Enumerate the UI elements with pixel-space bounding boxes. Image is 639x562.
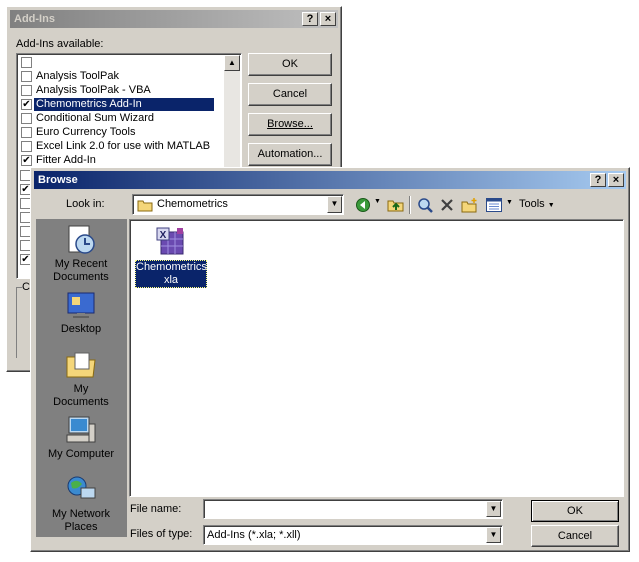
places-item-label: My Computer	[47, 448, 115, 460]
back-icon[interactable]	[355, 197, 371, 213]
addin-list-item[interactable]	[18, 56, 214, 69]
addin-checkbox[interactable]: ✔	[21, 155, 32, 166]
recent-documents-icon	[31, 224, 131, 256]
addins-browse-button[interactable]: Browse...	[248, 113, 332, 136]
files-of-type-dropdown-arrow[interactable]: ▼	[486, 527, 501, 543]
addin-checkbox[interactable]	[21, 127, 32, 138]
addins-help-button[interactable]: ?	[302, 12, 318, 26]
addin-checkbox[interactable]	[21, 57, 32, 68]
file-list-view[interactable]: X Chemometrics. xla	[129, 219, 624, 497]
addins-list-label: Add-Ins available:	[16, 38, 104, 50]
file-name-dropdown-arrow[interactable]: ▼	[486, 501, 501, 517]
addin-checkbox[interactable]	[21, 113, 32, 124]
addin-checkbox[interactable]: ✔	[21, 99, 32, 110]
browse-cancel-button[interactable]: Cancel	[531, 525, 619, 547]
addins-group-fragment: C	[16, 281, 30, 358]
files-of-type-label: Files of type:	[130, 528, 193, 540]
addins-close-button[interactable]: ×	[320, 12, 336, 26]
scroll-up-button[interactable]: ▲	[224, 55, 240, 71]
places-item[interactable]: My Computer	[31, 414, 131, 461]
look-in-value: Chemometrics	[157, 198, 228, 210]
my-documents-icon	[31, 349, 131, 381]
file-item-label: Chemometrics. xla	[135, 260, 210, 288]
addin-list-item[interactable]: Excel Link 2.0 for use with MATLAB	[18, 140, 214, 153]
search-web-icon[interactable]	[417, 197, 433, 213]
addin-list-item[interactable]: Euro Currency Tools	[18, 126, 214, 139]
my-computer-icon	[31, 414, 131, 446]
places-item[interactable]: Desktop	[31, 289, 131, 336]
excel-addin-file-icon: X	[156, 227, 184, 255]
delete-icon[interactable]	[440, 198, 454, 212]
addins-cancel-button[interactable]: Cancel	[248, 83, 332, 106]
file-name-input[interactable]: ▼	[203, 499, 503, 519]
addin-list-item[interactable]: ✔ Fitter Add-In	[18, 154, 214, 167]
places-item-label: My Recent Documents	[53, 258, 109, 283]
browse-dialog: Browse ? × Look in: Chemometrics ▼ ▼ ▼ T…	[30, 167, 630, 552]
addin-label: Fitter Add-In	[36, 154, 96, 166]
toolbar: ▼ ▼ Tools ▼	[351, 194, 591, 216]
addins-titlebar: Add-Ins ? ×	[10, 10, 338, 28]
views-dropdown-arrow[interactable]: ▼	[506, 199, 513, 206]
look-in-dropdown[interactable]: Chemometrics ▼	[132, 194, 344, 215]
network-places-icon	[31, 474, 131, 506]
addin-label: Analysis ToolPak	[36, 70, 119, 82]
addins-automation-button[interactable]: Automation...	[248, 143, 332, 166]
tools-dropdown-arrow: ▼	[547, 202, 555, 209]
back-dropdown-arrow[interactable]: ▼	[374, 198, 381, 205]
addin-label: Analysis ToolPak - VBA	[36, 84, 151, 96]
toolbar-separator	[409, 196, 411, 214]
browse-title: Browse	[38, 174, 78, 186]
look-in-label: Look in:	[66, 198, 105, 210]
browse-ok-button[interactable]: OK	[531, 500, 619, 522]
file-item[interactable]: X Chemometrics. xla	[134, 226, 210, 292]
up-one-level-icon[interactable]	[387, 197, 405, 213]
places-item-label: My Documents	[53, 383, 109, 408]
addin-checkbox[interactable]	[21, 85, 32, 96]
addin-label: Conditional Sum Wizard	[36, 112, 154, 124]
browse-titlebar: Browse ? ×	[34, 171, 626, 189]
addin-label: Euro Currency Tools	[36, 126, 136, 138]
addin-list-item[interactable]: ✔ Chemometrics Add-In	[18, 98, 214, 111]
views-icon[interactable]	[486, 198, 502, 212]
look-in-dropdown-arrow[interactable]: ▼	[327, 196, 342, 213]
places-item[interactable]: My Documents	[31, 349, 131, 409]
file-name-label: File name:	[130, 503, 182, 515]
places-item-label: Desktop	[60, 323, 102, 335]
addin-label: Excel Link 2.0 for use with MATLAB	[36, 140, 211, 152]
addin-label: Chemometrics Add-In	[34, 98, 214, 111]
addin-list-item[interactable]: Conditional Sum Wizard	[18, 112, 214, 125]
tools-menu[interactable]: Tools ▼	[519, 198, 555, 210]
addins-ok-button[interactable]: OK	[248, 53, 332, 76]
addin-list-item[interactable]: Analysis ToolPak - VBA	[18, 84, 214, 97]
files-of-type-dropdown[interactable]: Add-Ins (*.xla; *.xll) ▼	[203, 525, 503, 545]
browse-help-button[interactable]: ?	[590, 173, 606, 187]
addin-checkbox[interactable]	[21, 141, 32, 152]
places-item-label: My Network Places	[51, 508, 111, 533]
desktop-icon	[31, 289, 131, 321]
svg-text:X: X	[160, 230, 167, 241]
addins-title: Add-Ins	[14, 13, 55, 25]
places-item[interactable]: My Recent Documents	[31, 224, 131, 284]
new-folder-icon[interactable]	[461, 197, 479, 213]
folder-icon	[137, 200, 153, 212]
places-bar: My Recent Documents Desktop My Documents My…	[36, 219, 127, 537]
addin-checkbox[interactable]	[21, 71, 32, 82]
browse-close-button[interactable]: ×	[608, 173, 624, 187]
addin-list-item[interactable]: Analysis ToolPak	[18, 70, 214, 83]
places-item[interactable]: My Network Places	[31, 474, 131, 534]
